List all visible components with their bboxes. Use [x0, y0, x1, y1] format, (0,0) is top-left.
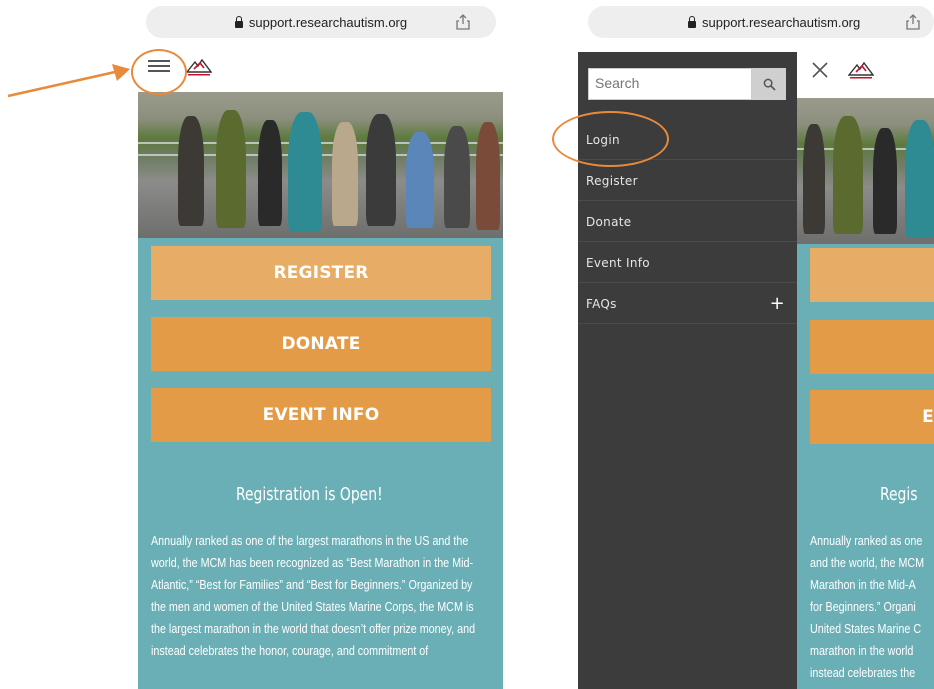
- search-icon: [763, 78, 776, 91]
- share-icon[interactable]: [456, 14, 470, 30]
- description-line: Marathon in the Mid-A: [810, 578, 916, 592]
- search-field[interactable]: [588, 68, 752, 100]
- share-icon[interactable]: [906, 14, 920, 30]
- menu-item-label: Donate: [586, 214, 632, 229]
- rcm-logo[interactable]: [185, 57, 213, 77]
- annotation-arrow: [7, 64, 130, 98]
- expand-plus-icon[interactable]: +: [770, 293, 785, 314]
- description-lines: and the world, the MCM Marathon in the M…: [810, 552, 934, 689]
- menu-item-label: Register: [586, 173, 638, 188]
- description-text: Annually ranked as one of the largest ma…: [151, 534, 476, 658]
- donate-button[interactable]: DONATE: [151, 317, 491, 371]
- registration-heading: Registration is Open!: [236, 484, 383, 505]
- left-phone-screen: support.researchautism.org REGISTER DONA…: [138, 0, 503, 689]
- event-info-partial-label: E: [922, 407, 934, 427]
- register-button[interactable]: [810, 248, 934, 302]
- description-line: Annually ranked as one: [810, 534, 923, 548]
- menu-item-donate[interactable]: Donate: [578, 202, 797, 242]
- close-icon[interactable]: [812, 62, 828, 78]
- marathon-hero-image: [797, 98, 934, 244]
- marathon-hero-image: [138, 92, 503, 238]
- address-bar[interactable]: support.researchautism.org: [588, 6, 934, 38]
- right-phone-screen: support.researchautism.org E Regis Annua…: [578, 0, 934, 689]
- rcm-logo[interactable]: [847, 60, 875, 80]
- event-info-button[interactable]: EVENT INFO: [151, 388, 491, 442]
- description-line: for Beginners.” Organi: [810, 600, 916, 614]
- search-input[interactable]: [589, 69, 751, 97]
- menu-item-label: FAQs: [586, 296, 617, 311]
- address-bar[interactable]: support.researchautism.org: [146, 6, 496, 38]
- description-line: United States Marine C: [810, 622, 922, 636]
- lock-icon: [688, 15, 696, 28]
- description-line: and the world, the MCM: [810, 556, 925, 570]
- description-line: marathon in the world: [810, 644, 914, 658]
- register-button[interactable]: REGISTER: [151, 246, 491, 300]
- annotation-circle-login: [552, 111, 669, 167]
- menu-item-faqs[interactable]: FAQs +: [578, 284, 797, 324]
- menu-item-register[interactable]: Register: [578, 161, 797, 201]
- url-text: support.researchautism.org: [248, 14, 408, 30]
- lock-icon: [234, 15, 243, 28]
- donate-button[interactable]: [810, 320, 934, 374]
- search-button[interactable]: [752, 68, 786, 100]
- description-line: instead celebrates the: [810, 666, 916, 680]
- menu-item-label: Event Info: [586, 255, 650, 270]
- registration-heading-partial: Regis: [880, 484, 918, 505]
- annotation-circle-menu: [131, 49, 187, 95]
- menu-item-event-info[interactable]: Event Info: [578, 243, 797, 283]
- event-info-button[interactable]: E: [810, 390, 934, 444]
- description-text-partial: Annually ranked as one: [810, 530, 934, 552]
- url-text: support.researchautism.org: [702, 14, 861, 30]
